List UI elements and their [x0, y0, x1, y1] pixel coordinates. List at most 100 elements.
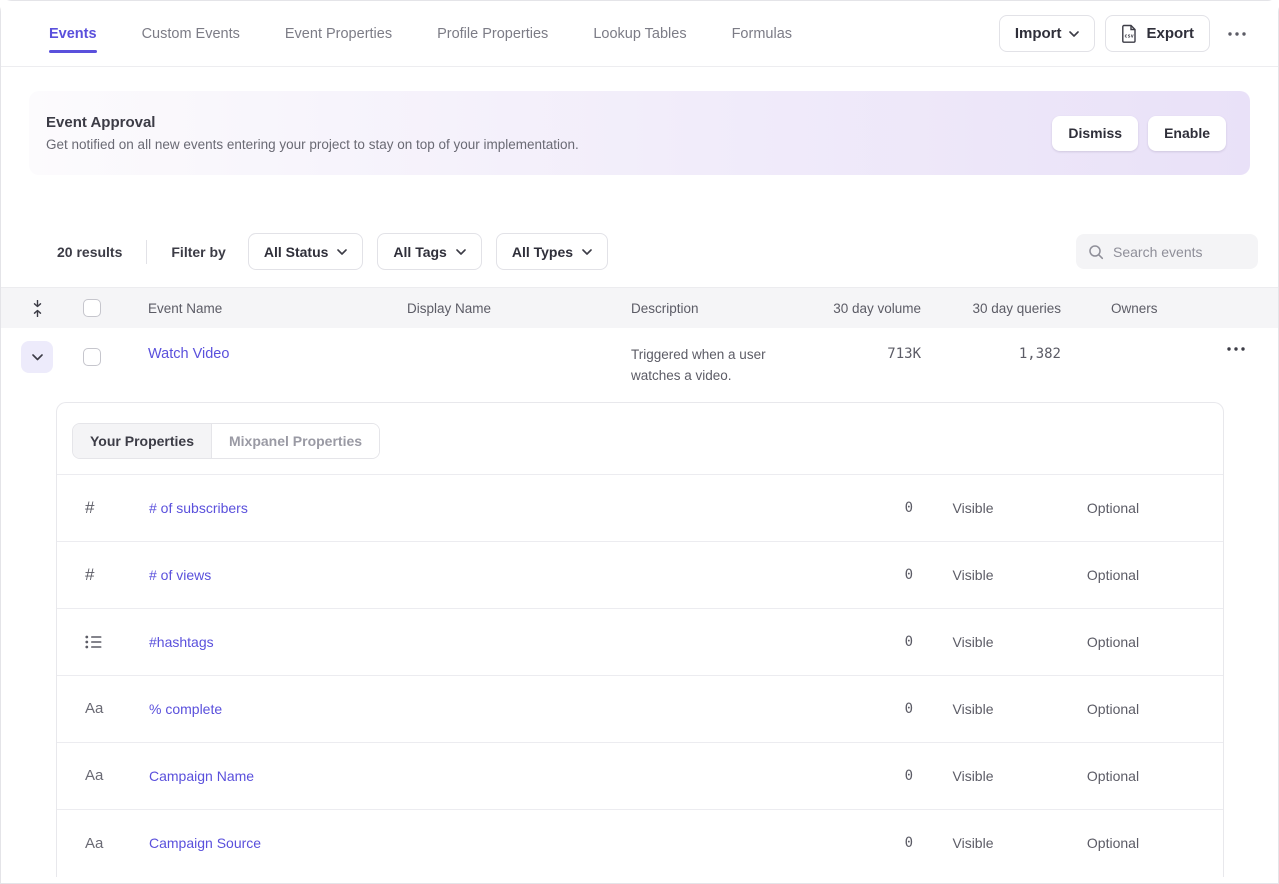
property-name-link[interactable]: #hashtags	[149, 634, 813, 650]
results-count: 20 results	[57, 244, 122, 260]
property-name-link[interactable]: # of subscribers	[149, 500, 813, 516]
property-name-link[interactable]: Campaign Source	[149, 835, 813, 851]
row-more-options-button[interactable]	[1219, 341, 1253, 357]
chevron-down-icon	[1069, 31, 1079, 37]
enable-button[interactable]: Enable	[1148, 116, 1226, 151]
banner-title: Event Approval	[46, 114, 579, 131]
event-queries: 1,382	[921, 328, 1061, 362]
event-properties-panel: Your Properties Mixpanel Properties # # …	[56, 402, 1224, 877]
property-requirement: Optional	[1033, 634, 1193, 650]
event-name-link[interactable]: Watch Video	[148, 328, 407, 362]
event-display-name	[407, 328, 631, 344]
property-row: #hashtags 0 Visible Optional	[57, 609, 1223, 676]
export-button-label: Export	[1146, 25, 1194, 42]
filter-bar: 20 results Filter by All Status All Tags…	[57, 233, 1258, 270]
column-header-queries: 30 day queries	[921, 301, 1061, 316]
select-all-checkbox[interactable]	[83, 299, 101, 317]
row-checkbox[interactable]	[83, 348, 101, 366]
property-name-link[interactable]: # of views	[149, 567, 813, 583]
chevron-down-icon	[456, 249, 466, 255]
types-filter-dropdown[interactable]: All Types	[496, 233, 608, 270]
properties-segmented-control: Your Properties Mixpanel Properties	[72, 423, 380, 459]
lexicon-events-page: { "nav": { "tabs": [ { "label": "Events"…	[0, 0, 1279, 884]
tab-mixpanel-properties[interactable]: Mixpanel Properties	[212, 424, 379, 458]
property-visibility: Visible	[913, 634, 1033, 650]
property-visibility: Visible	[913, 567, 1033, 583]
text-type-icon: Aa	[85, 767, 149, 784]
top-navigation: Events Custom Events Event Properties Pr…	[1, 1, 1278, 67]
property-row: Aa % complete 0 Visible Optional	[57, 676, 1223, 743]
event-volume: 713K	[821, 328, 921, 362]
property-queries: 0	[813, 500, 913, 516]
collapse-all-button[interactable]	[27, 298, 57, 319]
event-row-watch-video: Watch Video Triggered when a user watche…	[1, 328, 1278, 387]
property-row: # # of views 0 Visible Optional	[57, 542, 1223, 609]
column-header-display-name: Display Name	[407, 301, 631, 316]
nav-actions: Import csv Export	[999, 15, 1254, 52]
chevron-down-icon	[32, 354, 43, 361]
list-type-icon	[85, 635, 149, 649]
chevron-down-icon	[337, 249, 347, 255]
property-requirement: Optional	[1033, 701, 1193, 717]
tab-profile-properties[interactable]: Profile Properties	[437, 1, 548, 66]
property-requirement: Optional	[1033, 500, 1193, 516]
import-button-label: Import	[1015, 25, 1062, 42]
property-visibility: Visible	[913, 835, 1033, 851]
property-queries: 0	[813, 768, 913, 784]
ellipsis-icon	[1227, 347, 1245, 351]
property-queries: 0	[813, 701, 913, 717]
column-header-owners: Owners	[1061, 301, 1201, 316]
banner-text: Event Approval Get notified on all new e…	[46, 114, 579, 152]
export-button[interactable]: csv Export	[1105, 15, 1210, 52]
more-options-button[interactable]	[1220, 26, 1254, 42]
tab-your-properties[interactable]: Your Properties	[73, 424, 212, 458]
tags-filter-dropdown[interactable]: All Tags	[377, 233, 481, 270]
property-requirement: Optional	[1033, 567, 1193, 583]
property-row: # # of subscribers 0 Visible Optional	[57, 475, 1223, 542]
collapse-row-button[interactable]	[21, 341, 53, 373]
tab-events[interactable]: Events	[49, 1, 97, 66]
tab-lookup-tables[interactable]: Lookup Tables	[593, 1, 686, 66]
property-requirement: Optional	[1033, 768, 1193, 784]
dismiss-button[interactable]: Dismiss	[1052, 116, 1138, 151]
tab-custom-events[interactable]: Custom Events	[142, 1, 240, 66]
column-header-event-name: Event Name	[148, 301, 407, 316]
property-queries: 0	[813, 835, 913, 851]
property-visibility: Visible	[913, 701, 1033, 717]
property-name-link[interactable]: % complete	[149, 701, 813, 717]
property-visibility: Visible	[913, 768, 1033, 784]
banner-actions: Dismiss Enable	[1052, 116, 1226, 151]
column-header-volume: 30 day volume	[821, 301, 921, 316]
column-header-description: Description	[631, 301, 821, 316]
property-requirement: Optional	[1033, 835, 1193, 851]
chevron-down-icon	[582, 249, 592, 255]
ellipsis-icon	[1228, 32, 1246, 36]
lexicon-tabs: Events Custom Events Event Properties Pr…	[49, 1, 792, 66]
tab-formulas[interactable]: Formulas	[732, 1, 792, 66]
collapse-rows-icon	[31, 300, 44, 317]
event-description: Triggered when a user watches a video.	[631, 328, 821, 387]
banner-subtitle: Get notified on all new events entering …	[46, 137, 579, 152]
tags-filter-label: All Tags	[393, 244, 446, 260]
event-actions	[1201, 328, 1278, 357]
property-row: Aa Campaign Name 0 Visible Optional	[57, 743, 1223, 810]
search-events-box	[1076, 234, 1258, 269]
event-approval-banner: Event Approval Get notified on all new e…	[29, 91, 1250, 175]
property-queries: 0	[813, 567, 913, 583]
events-table-header: Event Name Display Name Description 30 d…	[1, 287, 1278, 328]
search-icon	[1088, 244, 1104, 260]
property-visibility: Visible	[913, 500, 1033, 516]
tab-event-properties[interactable]: Event Properties	[285, 1, 392, 66]
divider	[146, 240, 147, 264]
number-type-icon: #	[85, 498, 149, 518]
status-filter-label: All Status	[264, 244, 329, 260]
search-events-input[interactable]	[1113, 244, 1246, 260]
property-queries: 0	[813, 634, 913, 650]
status-filter-dropdown[interactable]: All Status	[248, 233, 364, 270]
csv-file-icon: csv	[1121, 24, 1138, 43]
property-row: Aa Campaign Source 0 Visible Optional	[57, 810, 1223, 877]
types-filter-label: All Types	[512, 244, 573, 260]
import-button[interactable]: Import	[999, 15, 1096, 52]
property-name-link[interactable]: Campaign Name	[149, 768, 813, 784]
number-type-icon: #	[85, 565, 149, 585]
